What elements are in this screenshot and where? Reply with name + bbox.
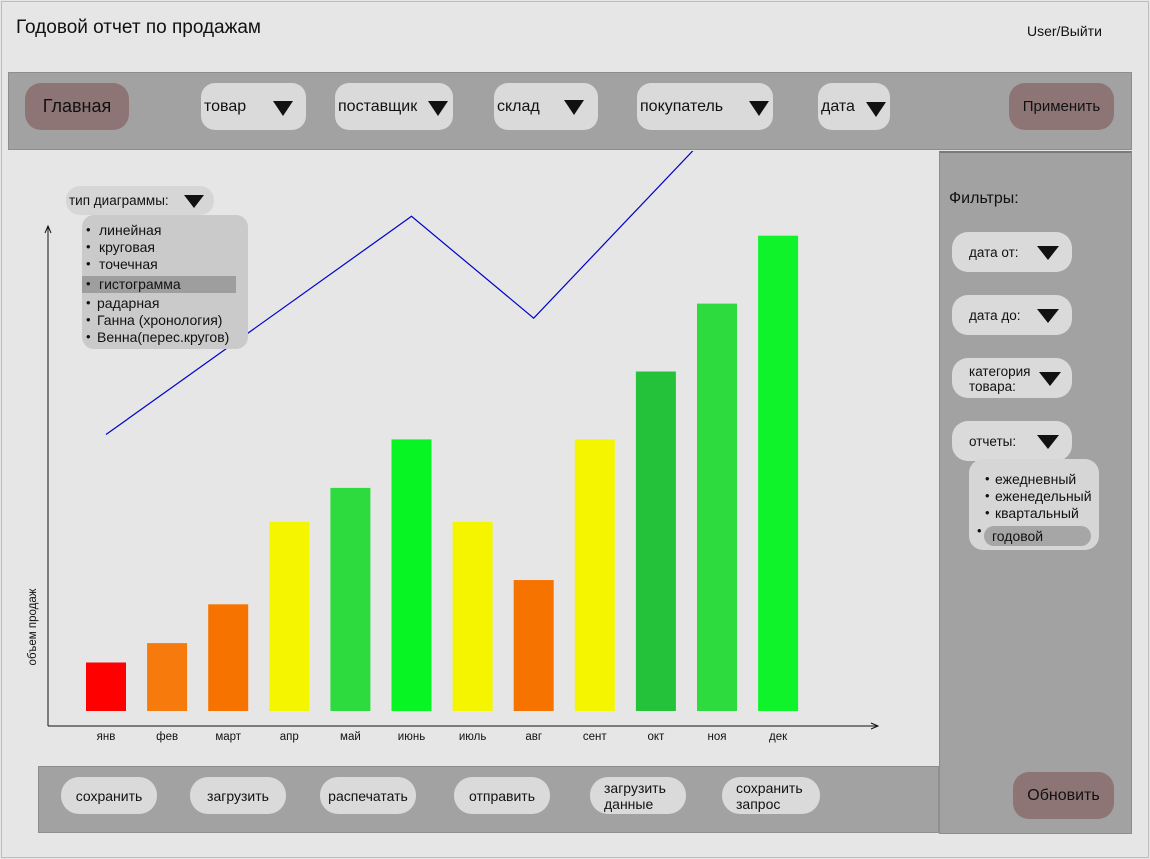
chevron-down-icon: [273, 101, 293, 116]
product-category-dropdown[interactable]: категория товара:: [952, 358, 1072, 398]
save-query-label-line2: запрос: [736, 795, 781, 812]
report-option-yearly-row: • годовой: [977, 523, 1091, 546]
x-tick-label: ноя: [708, 731, 727, 743]
chevron-down-icon: [428, 101, 448, 116]
date-from-dropdown[interactable]: дата от:: [952, 232, 1072, 272]
x-tick-label: сент: [583, 731, 607, 743]
chart-type-dropdown[interactable]: тип диаграммы:: [66, 186, 214, 215]
save-button[interactable]: сохранить: [61, 777, 157, 814]
report-option-quarterly[interactable]: квартальный: [985, 505, 1079, 521]
chevron-down-icon: [1037, 246, 1059, 260]
chart-type-list: линейная круговая точечная гистограмма р…: [82, 215, 248, 349]
send-button[interactable]: отправить: [454, 777, 550, 814]
customer-dropdown[interactable]: покупатель: [637, 83, 773, 130]
refresh-button[interactable]: Обновить: [1013, 772, 1114, 819]
y-axis-label: объем продаж: [27, 588, 39, 666]
chart-type-option-scatter[interactable]: точечная: [82, 256, 236, 273]
chevron-down-icon: [749, 101, 769, 116]
load-data-label-line2: данные: [604, 795, 654, 812]
chart-type-option-histogram[interactable]: гистограмма: [82, 276, 236, 293]
chart-type-option-line[interactable]: линейная: [82, 222, 236, 239]
bar-янв: [86, 662, 126, 711]
x-tick-label: май: [340, 731, 361, 743]
chart-type-option-venn[interactable]: Венна(перес.кругов): [82, 329, 236, 346]
chart-type-option-gantt[interactable]: Ганна (хронология): [82, 312, 236, 329]
x-tick-label: апр: [280, 731, 299, 743]
x-tick-label: окт: [647, 731, 665, 743]
chevron-down-icon: [1037, 309, 1059, 323]
bar-апр: [269, 521, 310, 711]
bar-ноя: [697, 303, 737, 711]
x-tick-label: дек: [769, 731, 788, 743]
product-category-label: категория товара:: [969, 364, 1030, 394]
bar-фев: [147, 643, 188, 711]
bar-окт: [635, 371, 676, 711]
x-tick-label: янв: [97, 731, 116, 743]
chevron-down-icon: [564, 100, 584, 115]
bullet-icon: •: [977, 523, 982, 538]
bar-сент: [574, 439, 615, 711]
x-tick-label: авг: [525, 731, 542, 743]
report-option-yearly[interactable]: годовой: [984, 526, 1091, 546]
x-tick-label: июнь: [398, 731, 425, 743]
bar-июль: [452, 521, 493, 711]
chevron-down-icon: [184, 195, 204, 208]
reports-label: отчеты:: [969, 434, 1017, 449]
report-option-daily[interactable]: ежедневный: [985, 471, 1076, 487]
bar-март: [208, 604, 249, 711]
x-tick-label: фев: [156, 731, 178, 743]
bar-май: [330, 487, 371, 711]
bar-июнь: [391, 439, 432, 711]
customer-dropdown-label: покупатель: [640, 97, 724, 115]
x-tick-label: март: [215, 731, 241, 743]
date-from-label: дата от:: [969, 245, 1019, 260]
save-query-label-line1: сохранить: [736, 779, 803, 796]
chevron-down-icon: [1039, 372, 1061, 386]
chevron-down-icon: [866, 102, 886, 117]
chart-type-option-radar[interactable]: радарная: [82, 295, 236, 312]
chevron-down-icon: [1037, 435, 1059, 449]
save-query-label: сохранить запрос: [736, 780, 803, 812]
product-dropdown[interactable]: товар: [201, 83, 306, 130]
product-category-label-line2: товара:: [969, 379, 1016, 394]
warehouse-dropdown[interactable]: склад: [494, 83, 598, 130]
bar-авг: [513, 580, 554, 711]
supplier-dropdown[interactable]: поставщик: [335, 83, 453, 130]
date-to-dropdown[interactable]: дата до:: [952, 295, 1072, 335]
x-tick-labels: янв фев март апр май июнь июль авг сент окт ноя дек: [97, 731, 788, 743]
chart-type-label: тип диаграммы:: [69, 193, 169, 208]
chart-panel: янв фев март апр май июнь июль авг сент окт ноя дек…: [8, 151, 939, 766]
save-query-button[interactable]: сохранить запрос: [722, 777, 820, 814]
load-button[interactable]: загрузить: [190, 777, 286, 814]
home-button[interactable]: Главная: [25, 83, 129, 130]
load-data-label: загрузить данные: [604, 780, 666, 812]
date-dropdown-label: дата: [821, 97, 855, 115]
user-logout-link[interactable]: User/Выйти: [1027, 23, 1102, 39]
bar-дек: [758, 235, 799, 711]
reports-list: ежедневный еженедельный квартальный • го…: [969, 459, 1099, 550]
page-title: Годовой отчет по продажам: [16, 17, 261, 38]
filters-title: Фильтры:: [949, 190, 1019, 207]
load-data-label-line1: загрузить: [604, 779, 666, 796]
product-dropdown-label: товар: [204, 97, 247, 115]
x-tick-label: июль: [459, 731, 487, 743]
date-to-label: дата до:: [969, 308, 1021, 323]
load-data-button[interactable]: загрузить данные: [590, 777, 686, 814]
toolbar: Главная товар поставщик склад покупатель…: [8, 72, 1132, 150]
chart-type-option-pie[interactable]: круговая: [82, 239, 236, 256]
reports-dropdown[interactable]: отчеты:: [952, 421, 1072, 461]
product-category-label-line1: категория: [969, 364, 1031, 379]
actions-bar: сохранить загрузить распечатать отправит…: [38, 766, 939, 833]
report-option-weekly[interactable]: еженедельный: [985, 488, 1092, 504]
apply-button[interactable]: Применить: [1009, 83, 1114, 130]
warehouse-dropdown-label: склад: [497, 97, 540, 115]
print-button[interactable]: распечатать: [320, 777, 416, 814]
supplier-dropdown-label: поставщик: [338, 97, 418, 115]
date-dropdown[interactable]: дата: [818, 83, 890, 130]
filters-sidebar: Фильтры: дата от: дата до: категория тов…: [939, 151, 1132, 834]
